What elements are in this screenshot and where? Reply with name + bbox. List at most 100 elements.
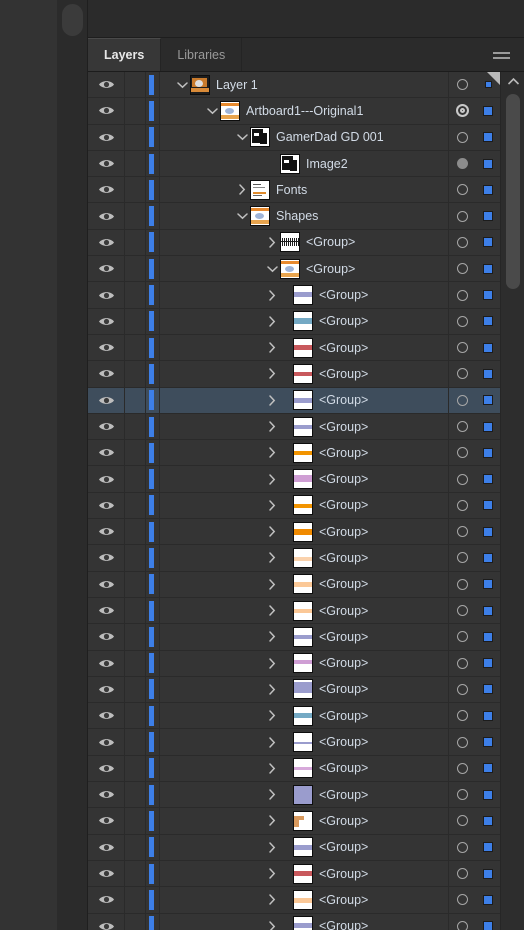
lock-toggle[interactable] bbox=[125, 492, 146, 519]
visibility-toggle[interactable] bbox=[88, 650, 125, 676]
layer-row[interactable]: <Group> bbox=[88, 282, 500, 309]
layer-target-cell[interactable] bbox=[448, 177, 476, 203]
layer-target-cell[interactable] bbox=[448, 782, 476, 808]
layer-color-swatch[interactable] bbox=[483, 684, 493, 695]
layer-row[interactable]: Layer 1 bbox=[88, 72, 500, 99]
layer-color-swatch[interactable] bbox=[483, 921, 493, 930]
chevron-right-icon[interactable] bbox=[264, 361, 280, 386]
layer-thumbnail[interactable] bbox=[280, 258, 300, 279]
visibility-toggle[interactable] bbox=[88, 676, 125, 703]
layer-row[interactable]: GamerDad GD 001 bbox=[88, 124, 500, 151]
visibility-toggle[interactable] bbox=[88, 571, 125, 597]
visibility-toggle[interactable] bbox=[88, 72, 125, 98]
layer-thumbnail[interactable] bbox=[190, 74, 210, 95]
layer-row[interactable]: <Group> bbox=[88, 755, 500, 783]
layer-row[interactable]: <Group> bbox=[88, 782, 500, 809]
visibility-toggle[interactable] bbox=[88, 150, 125, 177]
layer-color-swatch[interactable] bbox=[483, 868, 493, 879]
layer-name-cell[interactable]: <Group> bbox=[160, 861, 448, 886]
layer-thumbnail[interactable] bbox=[293, 679, 313, 700]
lock-toggle[interactable] bbox=[125, 440, 146, 466]
layer-thumbnail[interactable] bbox=[293, 442, 313, 463]
chevron-right-icon[interactable] bbox=[264, 414, 280, 439]
layer-name-cell[interactable]: <Group> bbox=[160, 808, 448, 833]
layer-name-cell[interactable]: Shapes bbox=[160, 203, 448, 228]
visibility-toggle[interactable] bbox=[88, 808, 125, 834]
layer-target-cell[interactable] bbox=[448, 650, 476, 676]
lock-toggle[interactable] bbox=[125, 808, 146, 834]
layer-target-cell[interactable] bbox=[448, 519, 476, 545]
layer-row[interactable]: <Group> bbox=[88, 913, 500, 930]
layer-color-cell[interactable] bbox=[476, 440, 500, 465]
lock-toggle[interactable] bbox=[125, 98, 146, 124]
layer-target-cell[interactable] bbox=[448, 624, 476, 650]
layer-target-cell[interactable] bbox=[448, 571, 476, 597]
layer-color-swatch[interactable] bbox=[483, 815, 493, 826]
layer-color-cell[interactable] bbox=[476, 98, 500, 123]
chevron-right-icon[interactable] bbox=[264, 861, 280, 886]
chevron-right-icon[interactable] bbox=[264, 335, 280, 360]
layer-color-swatch[interactable] bbox=[483, 237, 493, 248]
chevron-down-icon[interactable] bbox=[234, 203, 250, 228]
chevron-right-icon[interactable] bbox=[264, 572, 280, 597]
chevron-right-icon[interactable] bbox=[264, 624, 280, 649]
visibility-toggle[interactable] bbox=[88, 913, 125, 930]
layer-target-cell[interactable] bbox=[448, 150, 476, 177]
chevron-right-icon[interactable] bbox=[264, 703, 280, 728]
layer-target-cell[interactable] bbox=[448, 72, 476, 98]
layer-row[interactable]: <Group> bbox=[88, 519, 500, 546]
layer-color-cell[interactable] bbox=[476, 914, 500, 930]
lock-toggle[interactable] bbox=[125, 597, 146, 624]
layer-color-cell[interactable] bbox=[476, 703, 500, 728]
layer-name-cell[interactable]: Layer 1 bbox=[160, 72, 448, 97]
visibility-toggle[interactable] bbox=[88, 729, 125, 755]
layer-color-cell[interactable] bbox=[476, 466, 500, 491]
layer-color-cell[interactable] bbox=[476, 177, 500, 202]
layer-row[interactable]: <Group> bbox=[88, 887, 500, 914]
target-ring[interactable] bbox=[457, 368, 468, 380]
layer-color-cell[interactable] bbox=[476, 230, 500, 255]
layer-target-cell[interactable] bbox=[448, 413, 476, 440]
chevron-down-icon[interactable] bbox=[204, 98, 220, 123]
target-ring-filled[interactable] bbox=[457, 158, 468, 170]
layer-color-swatch[interactable] bbox=[483, 474, 493, 485]
layer-thumbnail[interactable] bbox=[293, 495, 313, 516]
visibility-toggle[interactable] bbox=[88, 282, 125, 308]
layer-color-cell[interactable] bbox=[476, 808, 500, 833]
target-ring[interactable] bbox=[457, 841, 468, 853]
layer-thumbnail[interactable] bbox=[250, 127, 270, 148]
layer-target-cell[interactable] bbox=[448, 361, 476, 387]
visibility-toggle[interactable] bbox=[88, 387, 125, 413]
layer-color-swatch[interactable] bbox=[483, 552, 493, 563]
layer-color-cell[interactable] bbox=[476, 309, 500, 334]
chevron-right-icon[interactable] bbox=[264, 388, 280, 413]
layer-color-swatch[interactable] bbox=[483, 368, 493, 379]
layer-color-swatch[interactable] bbox=[483, 526, 493, 537]
visibility-toggle[interactable] bbox=[88, 860, 125, 887]
layer-color-cell[interactable] bbox=[476, 782, 500, 807]
target-ring[interactable] bbox=[457, 447, 468, 459]
layer-target-cell[interactable] bbox=[448, 282, 476, 308]
layer-thumbnail[interactable] bbox=[293, 810, 313, 831]
lock-toggle[interactable] bbox=[125, 256, 146, 282]
visibility-toggle[interactable] bbox=[88, 492, 125, 519]
chevron-right-icon[interactable] bbox=[264, 466, 280, 491]
layer-color-swatch[interactable] bbox=[483, 605, 493, 616]
layer-color-cell[interactable] bbox=[476, 388, 500, 413]
layer-name-cell[interactable]: <Group> bbox=[160, 466, 448, 491]
chevron-down-icon[interactable] bbox=[264, 256, 280, 281]
target-ring[interactable] bbox=[457, 657, 468, 669]
lock-toggle[interactable] bbox=[125, 519, 146, 545]
layer-thumbnail[interactable] bbox=[293, 916, 313, 930]
layer-thumbnail[interactable] bbox=[293, 732, 313, 753]
lock-toggle[interactable] bbox=[125, 782, 146, 808]
layer-row[interactable]: <Group> bbox=[88, 256, 500, 283]
layer-color-cell[interactable] bbox=[476, 256, 500, 281]
layer-row[interactable]: <Group> bbox=[88, 440, 500, 467]
layer-row[interactable]: <Group> bbox=[88, 334, 500, 362]
lock-toggle[interactable] bbox=[125, 229, 146, 256]
layer-color-cell[interactable] bbox=[476, 598, 500, 623]
layer-color-swatch[interactable] bbox=[483, 158, 493, 169]
layer-name-cell[interactable]: <Group> bbox=[160, 835, 448, 860]
layer-thumbnail[interactable] bbox=[293, 784, 313, 805]
